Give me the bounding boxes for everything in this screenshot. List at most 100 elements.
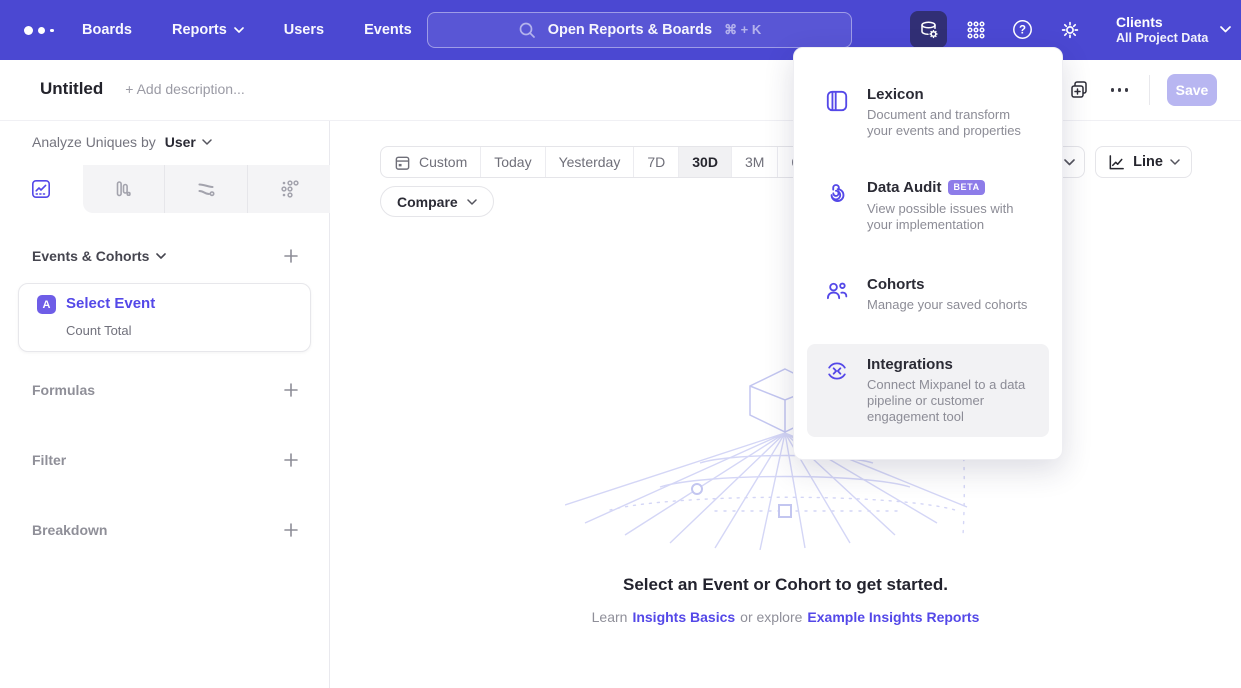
filter-row: Filter bbox=[32, 449, 301, 471]
report-description-placeholder[interactable]: + Add description... bbox=[125, 81, 244, 97]
menu-item-title: Data Audit BETA bbox=[867, 179, 1035, 197]
range-custom[interactable]: Custom bbox=[381, 147, 480, 177]
range-today[interactable]: Today bbox=[480, 147, 544, 177]
menu-item-integrations[interactable]: Integrations Connect Mixpanel to a data … bbox=[807, 344, 1049, 437]
menu-item-title: Integrations bbox=[867, 356, 1035, 373]
plus-icon bbox=[283, 522, 299, 538]
range-label: Custom bbox=[419, 154, 467, 170]
menu-item-cohorts[interactable]: Cohorts Manage your saved cohorts bbox=[807, 264, 1049, 325]
menu-item-text: Data Audit BETA View possible issues with… bbox=[867, 179, 1035, 233]
mixpanel-logo-icon[interactable] bbox=[24, 26, 54, 35]
chevron-down-icon bbox=[1170, 159, 1180, 165]
lexicon-book-icon bbox=[824, 86, 850, 139]
grid-chart-tab-icon bbox=[278, 178, 300, 200]
range-30d-selected[interactable]: 30D bbox=[678, 147, 731, 177]
search-placeholder: Open Reports & Boards bbox=[548, 22, 712, 38]
nav-item-label: Reports bbox=[172, 22, 227, 38]
events-cohorts-row: Events & Cohorts bbox=[32, 245, 301, 267]
settings-gear-icon bbox=[1059, 19, 1081, 41]
project-subtitle: All Project Data bbox=[1116, 31, 1208, 46]
menu-item-lexicon[interactable]: Lexicon Document and transform your even… bbox=[807, 74, 1049, 151]
nav-item-reports[interactable]: Reports bbox=[172, 22, 244, 38]
apps-grid-button[interactable] bbox=[957, 11, 994, 48]
chart-type-dropdown[interactable]: Line bbox=[1095, 146, 1192, 178]
menu-item-text: Lexicon Document and transform your even… bbox=[867, 86, 1035, 139]
range-label: 7D bbox=[647, 154, 665, 170]
data-management-button[interactable] bbox=[910, 11, 947, 48]
range-yesterday[interactable]: Yesterday bbox=[545, 147, 634, 177]
filter-label: Filter bbox=[32, 452, 66, 468]
nav-item-events[interactable]: Events bbox=[364, 22, 412, 38]
report-title[interactable]: Untitled bbox=[40, 79, 103, 99]
mixpanel-insights-page: Boards Reports Users Events Open Reports… bbox=[0, 0, 1241, 688]
breakdown-label: Breakdown bbox=[32, 522, 107, 538]
empty-state-links: Learn Insights Basics or explore Example… bbox=[330, 609, 1241, 625]
chevron-down-icon bbox=[1064, 159, 1075, 166]
menu-item-title: Cohorts bbox=[867, 276, 1035, 293]
tab-bar-chart[interactable] bbox=[83, 165, 165, 213]
search-shortcut: ⌘ + K bbox=[724, 22, 761, 38]
bar-chart-tab-icon bbox=[112, 178, 134, 200]
tab-flow-chart[interactable] bbox=[164, 165, 247, 213]
help-button[interactable]: ? bbox=[1004, 11, 1041, 48]
nav-item-label: Events bbox=[364, 22, 412, 38]
example-reports-link[interactable]: Example Insights Reports bbox=[807, 609, 979, 625]
select-event-label[interactable]: Select Event bbox=[66, 295, 155, 312]
compare-dropdown[interactable]: Compare bbox=[380, 186, 494, 217]
tab-line-chart[interactable] bbox=[0, 165, 83, 213]
data-audit-icon bbox=[824, 179, 850, 233]
svg-text:?: ? bbox=[1019, 25, 1026, 37]
menu-item-description: View possible issues with your implement… bbox=[867, 201, 1035, 233]
add-event-button[interactable] bbox=[281, 246, 301, 266]
empty-state: Select an Event or Cohort to get started… bbox=[330, 575, 1241, 625]
range-3m[interactable]: 3M bbox=[731, 147, 777, 177]
line-chart-icon bbox=[1107, 153, 1126, 172]
menu-item-title-text: Data Audit bbox=[867, 179, 941, 196]
save-button[interactable]: Save bbox=[1167, 74, 1217, 106]
date-range-control: Custom Today Yesterday 7D 30D 3M 6M bbox=[380, 146, 825, 178]
event-card[interactable]: A Select Event Count Total bbox=[18, 283, 311, 352]
duplicate-report-button[interactable] bbox=[1068, 79, 1090, 101]
add-breakdown-button[interactable] bbox=[281, 520, 301, 540]
analyze-uniques-row: Analyze Uniques by User bbox=[32, 134, 212, 150]
add-filter-button[interactable] bbox=[281, 450, 301, 470]
nav-links: Boards Reports Users Events bbox=[82, 0, 412, 60]
nav-item-label: Boards bbox=[82, 22, 132, 38]
global-search-input[interactable]: Open Reports & Boards ⌘ + K bbox=[427, 12, 852, 48]
menu-item-data-audit[interactable]: Data Audit BETA View possible issues with… bbox=[807, 167, 1049, 245]
learn-prefix: Learn bbox=[592, 609, 628, 625]
insights-basics-link[interactable]: Insights Basics bbox=[632, 609, 735, 625]
tab-grid-chart[interactable] bbox=[247, 165, 330, 213]
plus-icon bbox=[283, 452, 299, 468]
range-label: Yesterday bbox=[559, 154, 621, 170]
flow-chart-tab-icon bbox=[195, 178, 217, 200]
beta-badge: BETA bbox=[948, 180, 984, 195]
menu-item-description: Manage your saved cohorts bbox=[867, 297, 1035, 313]
analyze-value-dropdown[interactable]: User bbox=[165, 134, 212, 150]
range-label: Today bbox=[494, 154, 531, 170]
nav-item-users[interactable]: Users bbox=[284, 22, 324, 38]
settings-gear-button[interactable] bbox=[1051, 11, 1088, 48]
data-management-icon bbox=[918, 19, 940, 41]
formulas-label: Formulas bbox=[32, 382, 95, 398]
cohorts-users-icon bbox=[824, 276, 850, 313]
project-selector[interactable]: Clients All Project Data bbox=[1116, 14, 1231, 46]
report-header-left: Untitled + Add description... bbox=[40, 79, 245, 99]
compare-label: Compare bbox=[397, 194, 458, 210]
breakdown-row: Breakdown bbox=[32, 519, 301, 541]
header-divider bbox=[1149, 75, 1150, 105]
menu-item-title: Lexicon bbox=[867, 86, 1035, 103]
range-7d[interactable]: 7D bbox=[633, 147, 678, 177]
analyze-label: Analyze Uniques by bbox=[32, 134, 156, 150]
plus-icon bbox=[283, 382, 299, 398]
event-metric-label[interactable]: Count Total bbox=[66, 323, 132, 338]
chevron-down-icon bbox=[156, 253, 166, 259]
nav-tools: ? Clients All Project Data bbox=[910, 11, 1231, 48]
nav-item-boards[interactable]: Boards bbox=[82, 22, 132, 38]
project-text: Clients All Project Data bbox=[1116, 14, 1208, 46]
add-formula-button[interactable] bbox=[281, 380, 301, 400]
more-options-button[interactable] bbox=[1107, 84, 1133, 96]
empty-state-title: Select an Event or Cohort to get started… bbox=[330, 575, 1241, 595]
events-cohorts-header[interactable]: Events & Cohorts bbox=[32, 248, 166, 264]
chevron-down-icon bbox=[467, 199, 477, 205]
